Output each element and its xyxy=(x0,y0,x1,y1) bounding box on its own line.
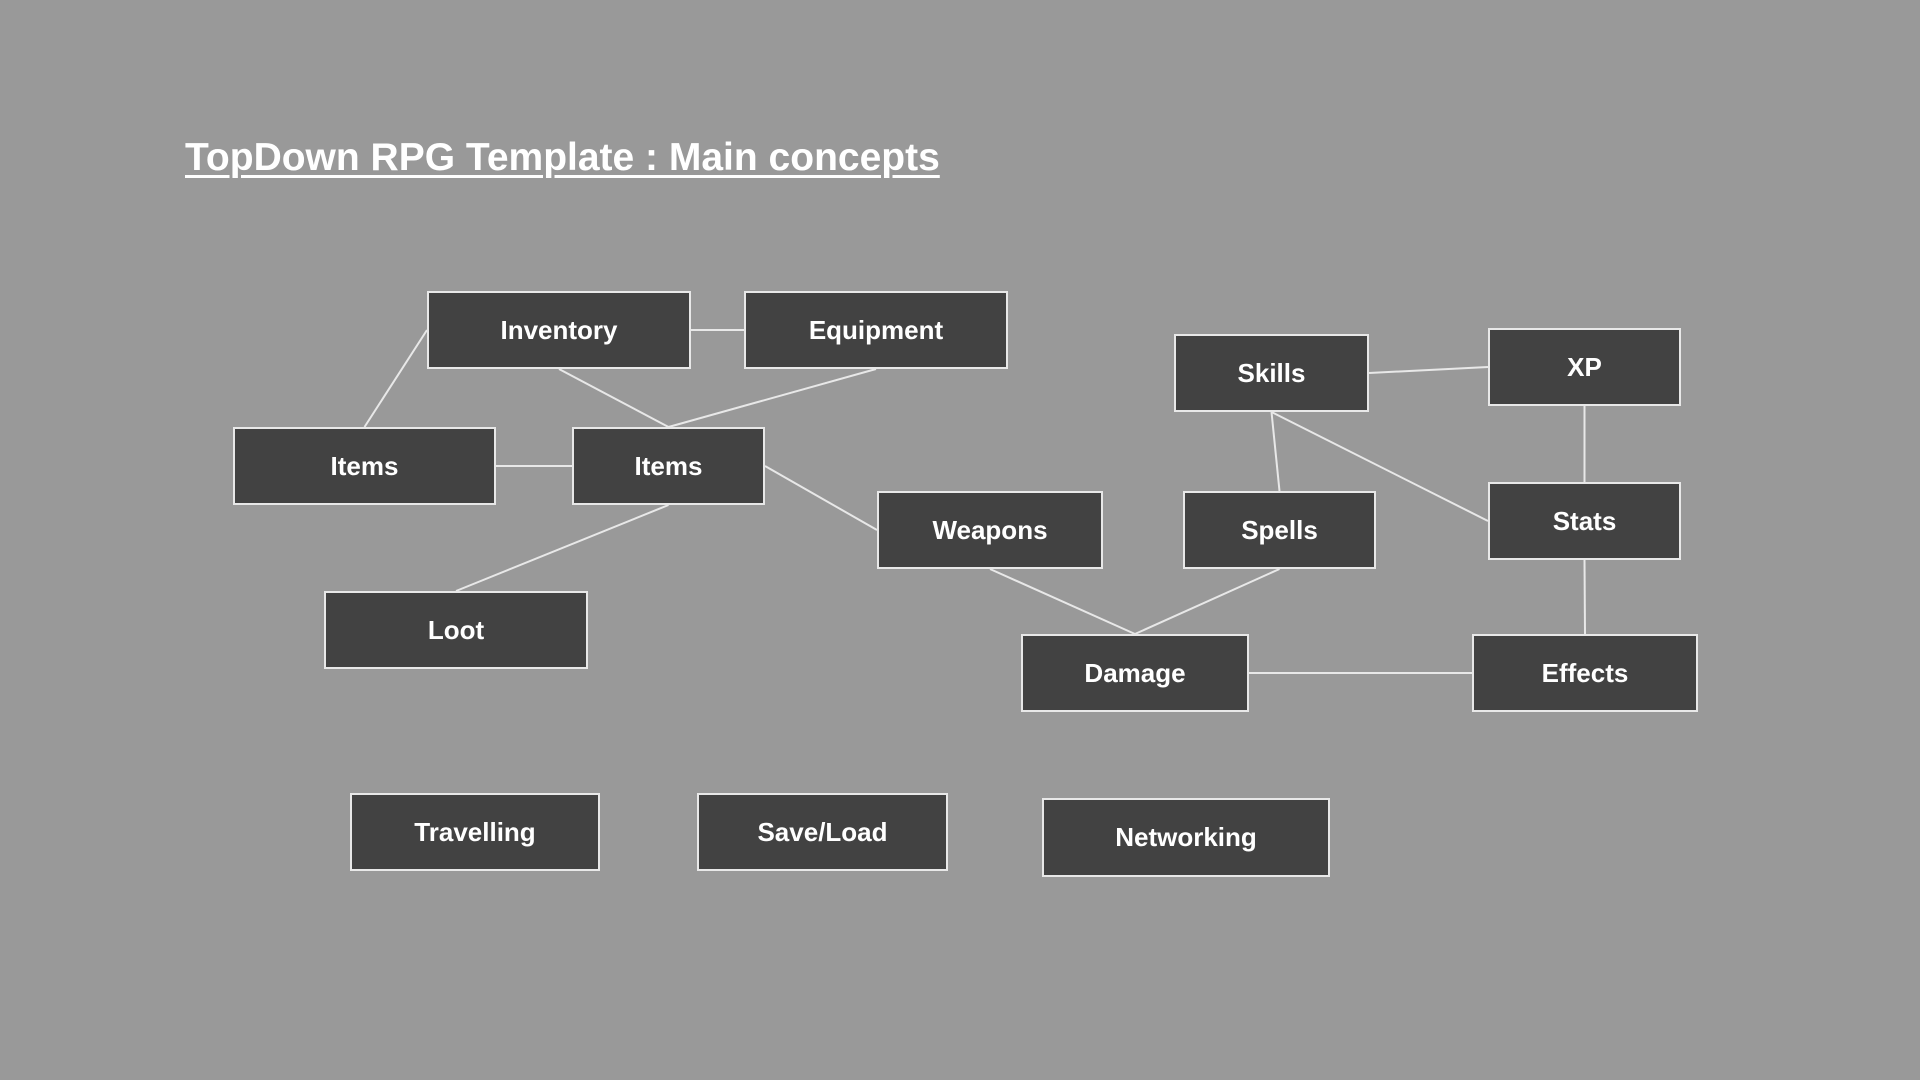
node-effects[interactable]: Effects xyxy=(1472,634,1698,712)
connector-items_center-weapons xyxy=(764,465,878,531)
node-equipment[interactable]: Equipment xyxy=(744,291,1008,369)
connector-inventory-items_center xyxy=(558,368,669,428)
node-inventory[interactable]: Inventory xyxy=(427,291,691,369)
connector-skills-xp xyxy=(1368,366,1489,374)
connector-items_left-inventory xyxy=(363,329,428,428)
connector-equipment-items_center xyxy=(668,368,877,428)
node-weapons[interactable]: Weapons xyxy=(877,491,1103,569)
node-spells[interactable]: Spells xyxy=(1183,491,1376,569)
node-damage[interactable]: Damage xyxy=(1021,634,1249,712)
node-xp[interactable]: XP xyxy=(1488,328,1681,406)
node-save-load[interactable]: Save/Load xyxy=(697,793,948,871)
node-travelling[interactable]: Travelling xyxy=(350,793,600,871)
connector-spells-damage xyxy=(1134,568,1280,635)
connector-items_center-loot xyxy=(455,504,669,592)
node-items-center[interactable]: Items xyxy=(572,427,765,505)
connector-weapons-damage xyxy=(989,568,1136,635)
connector-stats-effects xyxy=(1583,559,1586,635)
node-stats[interactable]: Stats xyxy=(1488,482,1681,560)
node-networking[interactable]: Networking xyxy=(1042,798,1330,877)
node-items-left[interactable]: Items xyxy=(233,427,496,505)
node-skills[interactable]: Skills xyxy=(1174,334,1369,412)
node-loot[interactable]: Loot xyxy=(324,591,588,669)
connector-skills-spells xyxy=(1270,411,1281,492)
